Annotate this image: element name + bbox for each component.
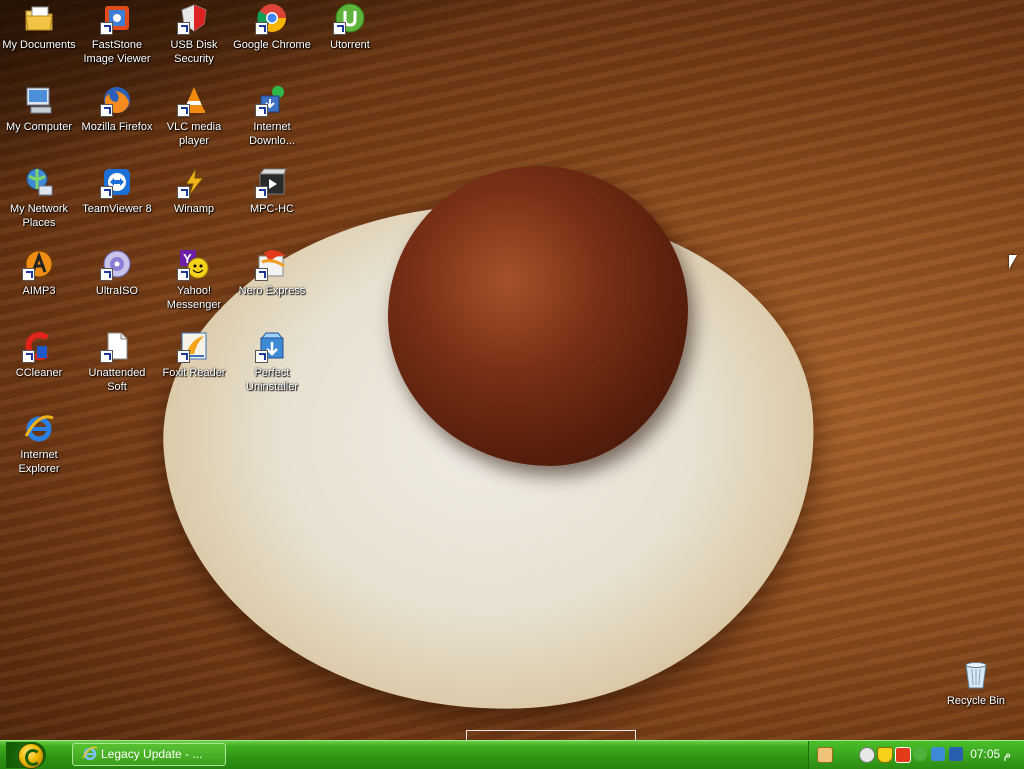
mouse-cursor	[1009, 255, 1017, 269]
vlc-icon	[177, 84, 210, 117]
file-icon	[100, 330, 133, 363]
desktop-icon-nero-express[interactable]: Nero Express	[233, 248, 311, 298]
desktop-icon-perfect-uninstaller[interactable]: Perfect Uninstaller	[233, 330, 311, 394]
security-icon[interactable]	[895, 747, 911, 763]
winamp-icon	[177, 166, 210, 199]
usb-security-icon	[177, 2, 210, 35]
taskbar: Legacy Update - ... 07:05 م	[0, 740, 1024, 769]
ccleaner-icon	[22, 330, 55, 363]
desktop-icon-google-chrome[interactable]: Google Chrome	[233, 2, 311, 52]
start-orb-icon	[18, 743, 44, 769]
nero-icon	[255, 248, 288, 281]
recycle-bin-icon	[960, 658, 992, 690]
desktop-icon-faststone[interactable]: FastStone Image Viewer	[78, 2, 156, 66]
uninstaller-icon	[255, 330, 288, 363]
desktop-icon-aimp3[interactable]: AIMP3	[0, 248, 78, 298]
firefox-icon	[100, 84, 133, 117]
notes-icon[interactable]	[817, 747, 833, 763]
desktop-icon-recycle-bin[interactable]: Recycle Bin	[937, 658, 1015, 708]
aimp-icon	[22, 248, 55, 281]
utorrent-tray-icon[interactable]	[913, 747, 927, 761]
desktop-icon-firefox[interactable]: Mozilla Firefox	[78, 84, 156, 134]
desktop-icon-utorrent[interactable]: Utorrent	[311, 2, 389, 52]
network-icon	[23, 166, 55, 198]
start-button[interactable]	[6, 742, 46, 769]
foxit-icon	[177, 330, 210, 363]
desktop-icon-usb-disk-security[interactable]: USB Disk Security	[155, 2, 233, 66]
ie-icon	[82, 746, 98, 761]
faststone-icon	[100, 2, 133, 35]
yahoo-messenger-icon: Y	[177, 248, 210, 281]
desktop-icon-my-documents[interactable]: My Documents	[0, 2, 78, 52]
network-icon[interactable]	[931, 747, 945, 761]
idm-icon	[255, 84, 288, 117]
window-edge	[466, 730, 636, 740]
desktop-icon-internet-explorer[interactable]: Internet Explorer	[0, 412, 78, 476]
utorrent-icon	[333, 2, 366, 35]
desktop-icon-winamp[interactable]: Winamp	[155, 166, 233, 216]
clock[interactable]: 07:05 م	[970, 747, 1011, 761]
teamviewer-icon	[100, 166, 133, 199]
desktop-icon-teamviewer[interactable]: TeamViewer 8	[78, 166, 156, 216]
desktop-icon-foxit-reader[interactable]: Foxit Reader	[155, 330, 233, 380]
ultraiso-icon	[100, 248, 133, 281]
chrome-icon	[255, 2, 288, 35]
desktop-icon-yahoo-messenger[interactable]: Y Yahoo! Messenger	[155, 248, 233, 312]
desktop-icon-my-computer[interactable]: My Computer	[0, 84, 78, 134]
desktop-icon-vlc[interactable]: VLC media player	[155, 84, 233, 148]
ie-icon	[23, 412, 55, 444]
mpc-hc-icon	[255, 166, 288, 199]
shield-icon[interactable]	[877, 747, 893, 763]
desktop-icon-ultraiso[interactable]: UltraISO	[78, 248, 156, 298]
messenger-icon[interactable]	[859, 747, 875, 763]
desktop-icon-internet-download-manager[interactable]: Internet Downlo...	[233, 84, 311, 148]
volume-icon[interactable]	[949, 747, 963, 761]
desktop-icon-unattended-soft[interactable]: Unattended Soft	[78, 330, 156, 394]
system-tray: 07:05 م	[808, 741, 1024, 769]
computer-icon	[23, 84, 55, 116]
desktop-icon-my-network-places[interactable]: My Network Places	[0, 166, 78, 230]
folder-documents-icon	[23, 2, 55, 34]
desktop-icon-mpc-hc[interactable]: MPC-HC	[233, 166, 311, 216]
desktop-icon-ccleaner[interactable]: CCleaner	[0, 330, 78, 380]
